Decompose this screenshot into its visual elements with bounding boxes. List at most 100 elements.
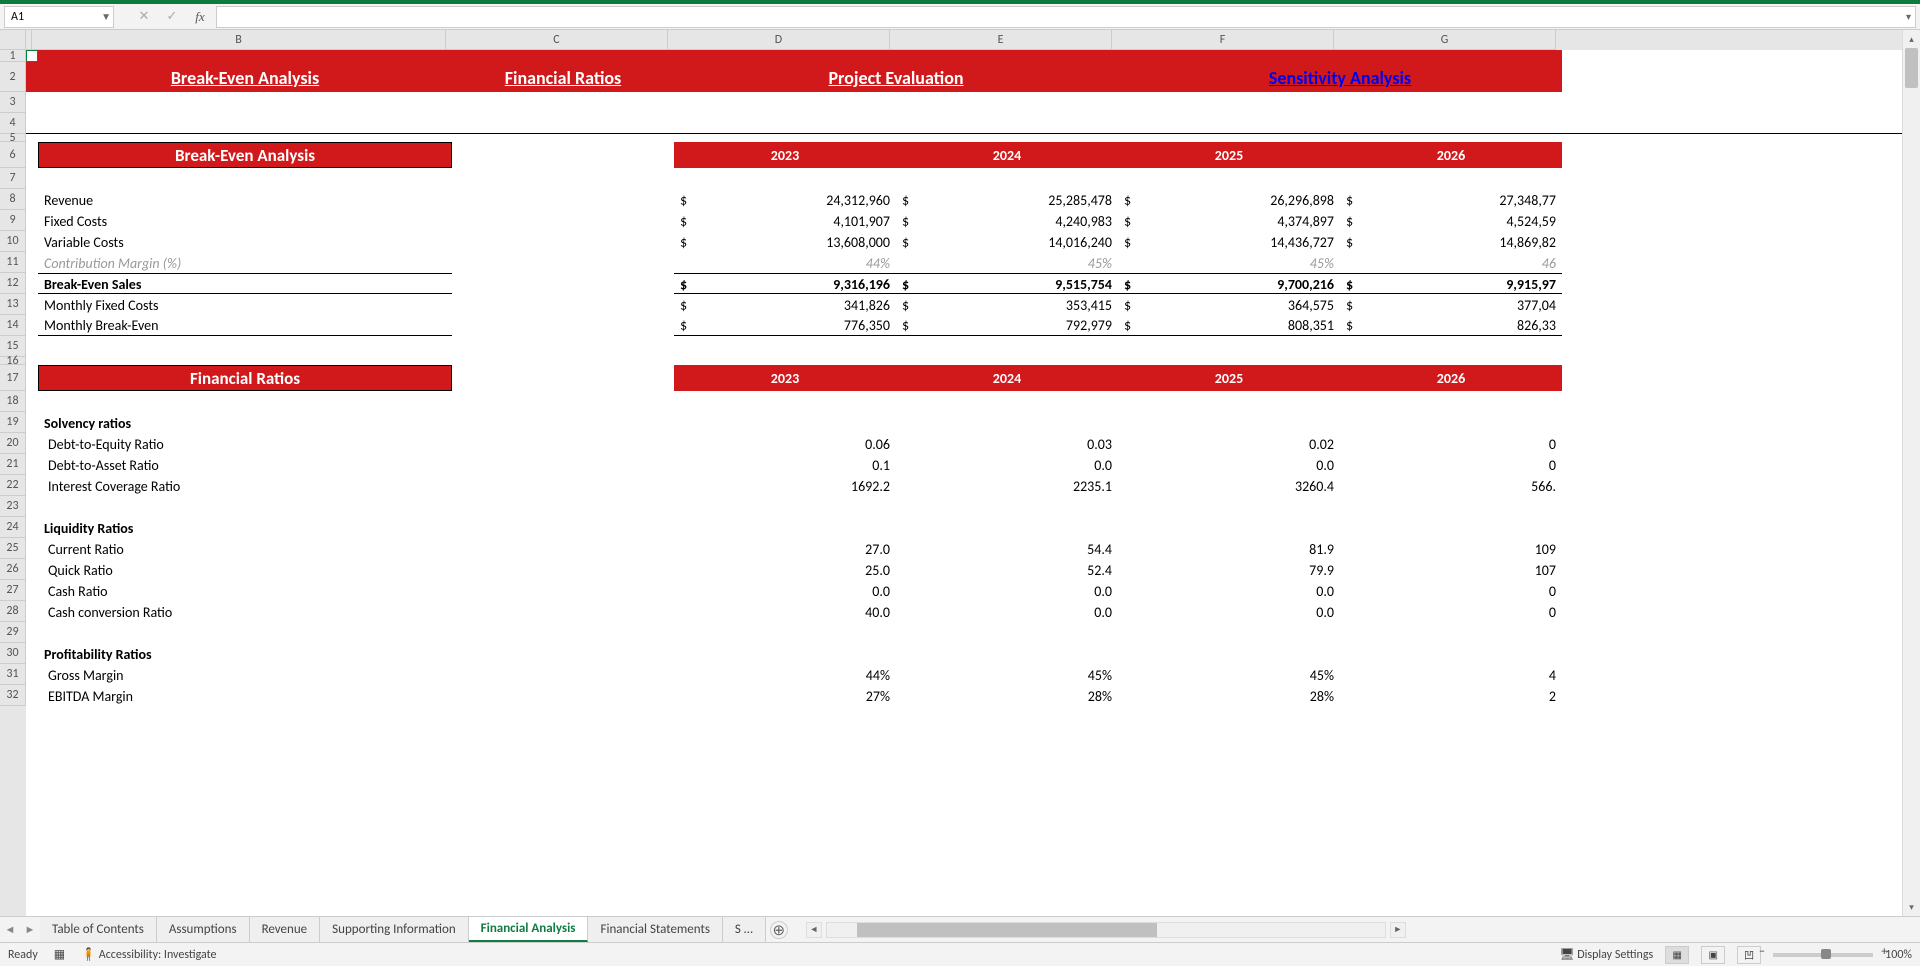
scroll-thumb[interactable] — [1905, 48, 1918, 88]
cell-value[interactable]: $26,296,898 — [1118, 189, 1340, 210]
cell-value[interactable]: $9,915,97 — [1340, 273, 1562, 294]
hscroll-right[interactable]: ► — [1390, 922, 1406, 938]
row-header[interactable]: 24 — [0, 517, 26, 538]
row-header[interactable]: 9 — [0, 210, 26, 231]
cell[interactable] — [26, 559, 38, 580]
cell[interactable] — [452, 685, 674, 706]
cell[interactable] — [26, 113, 1902, 133]
col-header-F[interactable]: F — [1112, 30, 1334, 50]
ratio-group-title[interactable]: Solvency ratios — [38, 412, 452, 433]
zoom-handle[interactable] — [1821, 949, 1831, 959]
view-normal-button[interactable]: ▦ — [1665, 946, 1689, 964]
scroll-down-icon[interactable]: ▾ — [1903, 898, 1920, 916]
cell-value[interactable]: $9,316,196 — [674, 273, 896, 294]
cell-value[interactable]: 0.0 — [1118, 580, 1340, 601]
cell-value[interactable]: 79.9 — [1118, 559, 1340, 580]
col-header-C[interactable]: C — [446, 30, 668, 50]
row-label[interactable]: Variable Costs — [38, 231, 452, 252]
cell-value[interactable]: 0.0 — [896, 454, 1118, 475]
fx-button[interactable]: fx — [188, 6, 212, 28]
cell-A1[interactable] — [26, 50, 38, 62]
zoom-level[interactable]: 100% — [1885, 948, 1912, 962]
cell[interactable] — [26, 168, 1902, 189]
nav-project-eval[interactable]: Project Evaluation — [674, 62, 1118, 92]
cell[interactable] — [1118, 50, 1340, 62]
row-header[interactable]: 13 — [0, 294, 26, 315]
row-header[interactable]: 1 — [0, 50, 26, 62]
cell-value[interactable]: 0 — [1340, 454, 1562, 475]
cell[interactable] — [26, 391, 1902, 412]
cell[interactable] — [452, 50, 674, 62]
row-header[interactable]: 28 — [0, 601, 26, 622]
cell-value[interactable]: 1692.2 — [674, 475, 896, 496]
cell-value[interactable]: $24,312,960 — [674, 189, 896, 210]
cell-value[interactable]: 2 — [1340, 685, 1562, 706]
cell[interactable] — [26, 189, 38, 210]
formula-bar-expand-icon[interactable]: ▾ — [1906, 10, 1911, 23]
cell[interactable] — [452, 315, 674, 336]
cell[interactable] — [26, 62, 38, 92]
cell[interactable] — [452, 580, 674, 601]
cell[interactable] — [26, 365, 38, 391]
cell-value[interactable]: $826,33 — [1340, 315, 1562, 336]
cell-value[interactable]: $364,575 — [1118, 294, 1340, 315]
cell[interactable] — [452, 294, 674, 315]
name-box[interactable]: A1 ▼ — [4, 6, 114, 28]
hscroll-left[interactable]: ◄ — [806, 922, 822, 938]
cell[interactable] — [452, 538, 674, 559]
cell-value[interactable]: $13,608,000 — [674, 231, 896, 252]
cell-value[interactable]: 45% — [1118, 664, 1340, 685]
row-header[interactable]: 3 — [0, 92, 26, 113]
ratio-group-title[interactable]: Liquidity Ratios — [38, 517, 452, 538]
row-header[interactable]: 22 — [0, 475, 26, 496]
cell[interactable] — [452, 559, 674, 580]
cell-value[interactable]: $14,436,727 — [1118, 231, 1340, 252]
view-page-break-button[interactable]: 凹 — [1737, 946, 1761, 964]
cell[interactable] — [452, 189, 674, 210]
cell[interactable] — [26, 357, 38, 365]
row-header[interactable]: 11 — [0, 252, 26, 273]
cell-value[interactable]: 27% — [674, 685, 896, 706]
cell-value[interactable]: $14,869,82 — [1340, 231, 1562, 252]
display-settings[interactable]: 🖥 Display Settings — [1559, 947, 1653, 962]
cell-value[interactable]: $4,374,897 — [1118, 210, 1340, 231]
cell-value[interactable]: 2235.1 — [896, 475, 1118, 496]
cell-value[interactable]: 4 — [1340, 664, 1562, 685]
row-label[interactable]: Gross Margin — [38, 664, 452, 685]
cell-value[interactable]: 107 — [1340, 559, 1562, 580]
cell-value[interactable]: $4,524,59 — [1340, 210, 1562, 231]
cell[interactable] — [896, 50, 1118, 62]
row-header[interactable]: 5 — [0, 134, 26, 142]
cell[interactable] — [38, 50, 452, 62]
row-header[interactable]: 23 — [0, 496, 26, 517]
cell[interactable] — [452, 210, 674, 231]
row-header[interactable]: 6 — [0, 142, 26, 168]
row-label[interactable]: Current Ratio — [38, 538, 452, 559]
cell[interactable] — [26, 231, 38, 252]
row-header[interactable]: 26 — [0, 559, 26, 580]
cell[interactable] — [26, 643, 38, 664]
cell[interactable] — [674, 50, 896, 62]
cell-value[interactable]: 0 — [1340, 580, 1562, 601]
cell-value[interactable]: 0.02 — [1118, 433, 1340, 454]
tab-scroll-left[interactable]: ◄ — [0, 917, 20, 942]
row-label[interactable]: Quick Ratio — [38, 559, 452, 580]
cell-value[interactable]: 44% — [674, 664, 896, 685]
cell[interactable] — [452, 664, 674, 685]
cell[interactable] — [452, 273, 674, 294]
workbook-stats-icon[interactable]: ▦ — [54, 947, 65, 962]
row-header[interactable]: 31 — [0, 664, 26, 685]
cell[interactable] — [1340, 50, 1562, 62]
sheet-tab[interactable]: S … — [723, 917, 766, 942]
cell-value[interactable]: 0.03 — [896, 433, 1118, 454]
hscroll-track[interactable] — [826, 922, 1386, 938]
cell-value[interactable]: 44% — [674, 252, 896, 273]
select-all-corner[interactable] — [0, 30, 26, 50]
row-header[interactable]: 7 — [0, 168, 26, 189]
nav-sensitivity[interactable]: Sensitivity Analysis — [1118, 62, 1562, 92]
cell[interactable] — [26, 580, 38, 601]
accessibility-status[interactable]: 🧍 Accessibility: Investigate — [81, 947, 216, 962]
cell[interactable] — [26, 315, 38, 336]
cell-value[interactable]: 54.4 — [896, 538, 1118, 559]
row-label[interactable]: Fixed Costs — [38, 210, 452, 231]
